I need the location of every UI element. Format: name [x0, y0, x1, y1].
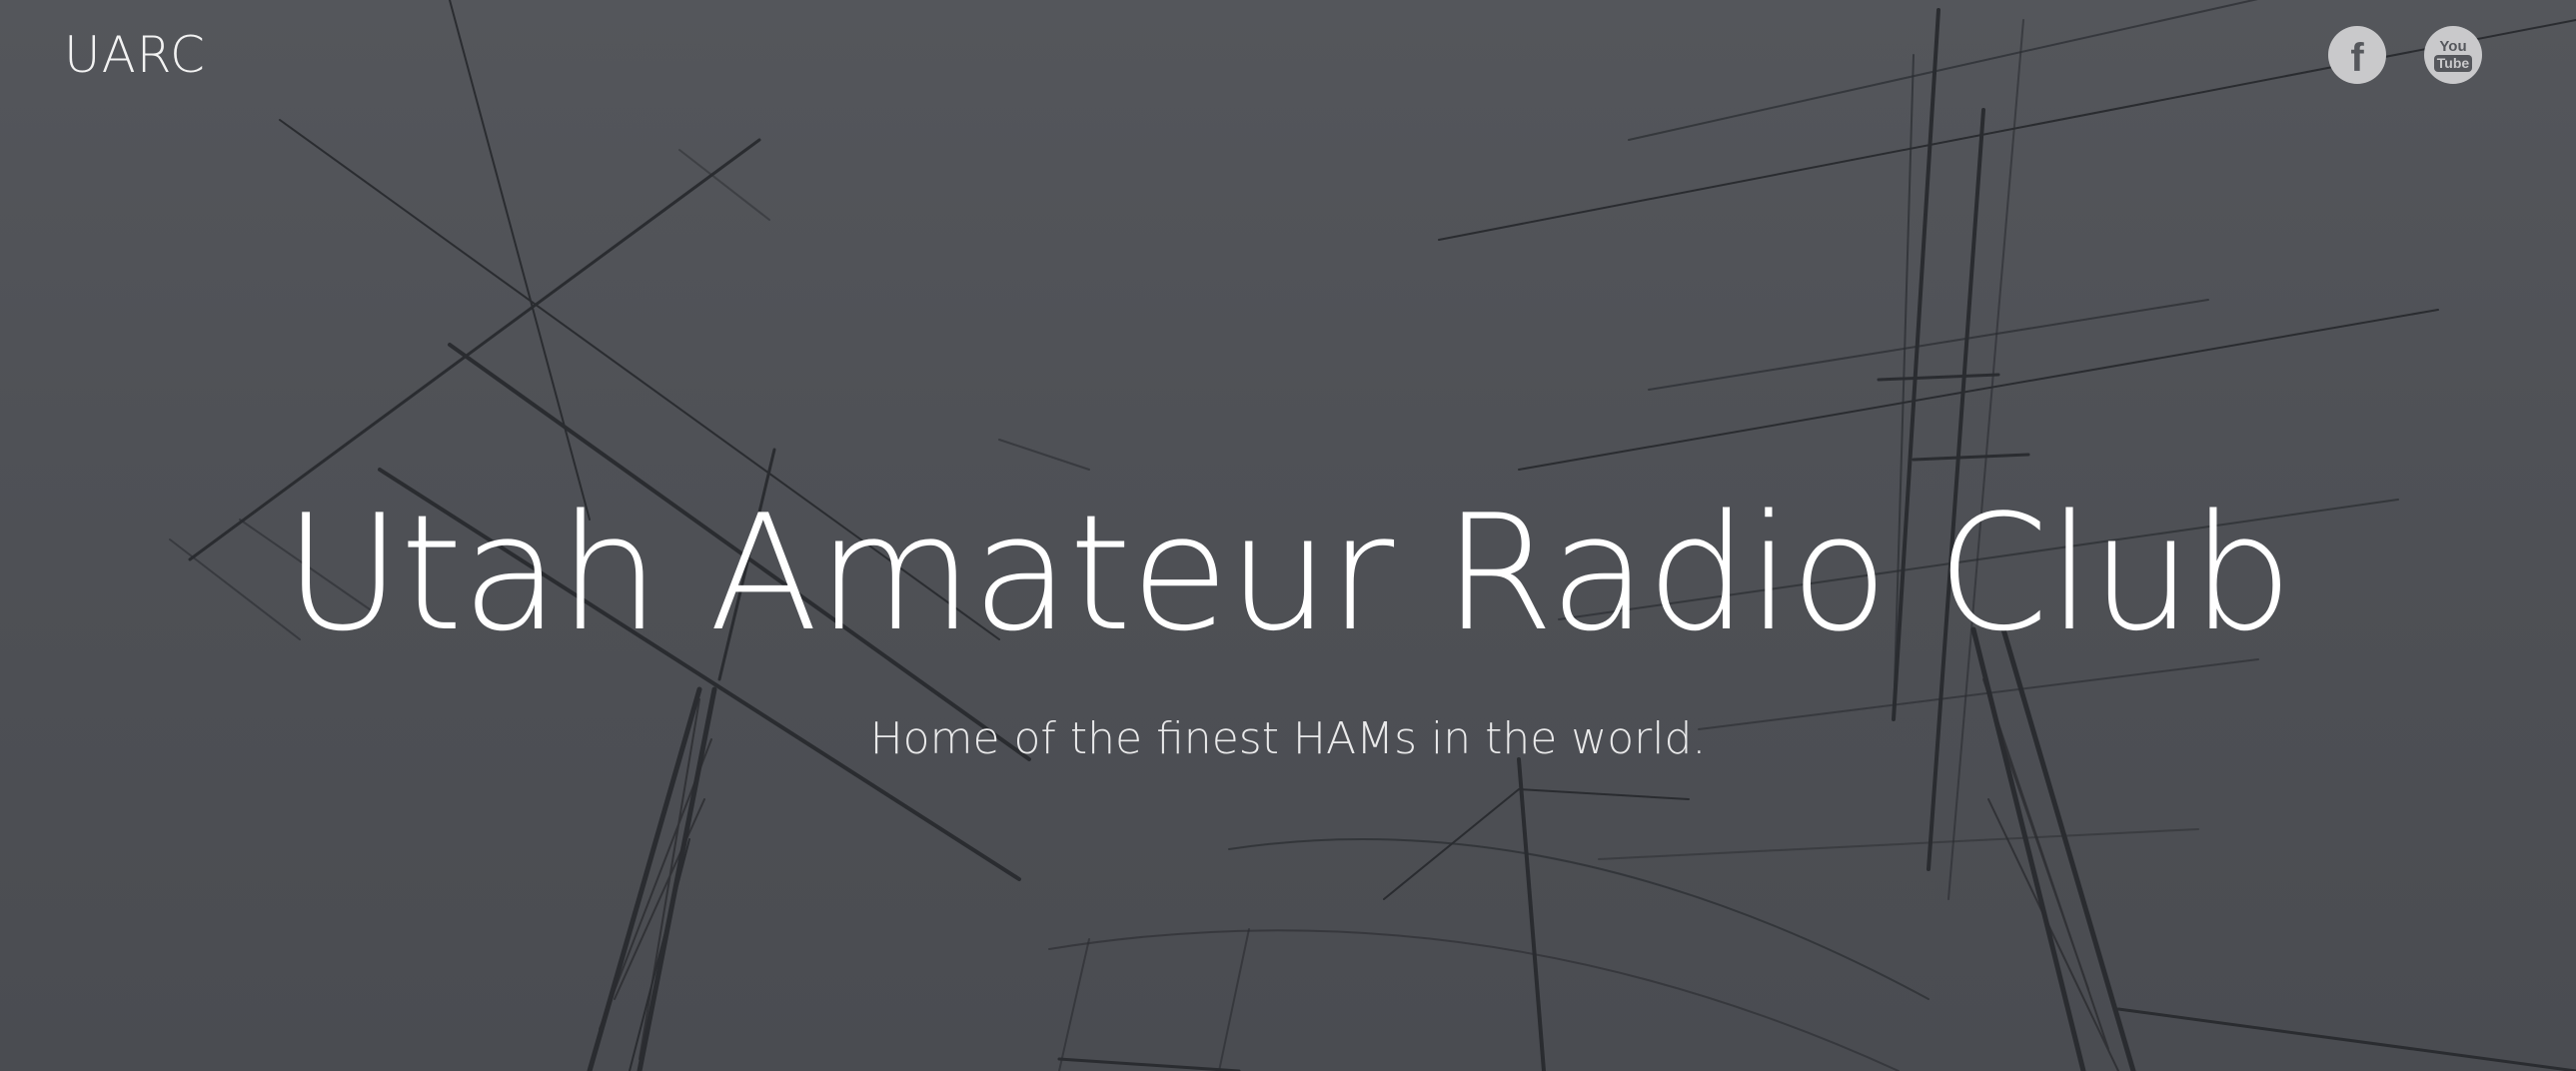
hero-section: UARC f You Tube Utah Amateur Radio Club …: [0, 0, 2576, 1071]
hero-title: Utah Amateur Radio Club: [284, 480, 2292, 666]
social-links: f You Tube: [2328, 26, 2482, 84]
youtube-glyph: You Tube: [2433, 37, 2473, 72]
site-logo-link[interactable]: UARC: [64, 26, 206, 84]
hero-subtitle: Home of the finest HAMs in the world.: [869, 713, 1707, 764]
facebook-glyph: f: [2350, 36, 2364, 80]
facebook-icon[interactable]: f: [2328, 26, 2386, 84]
youtube-glyph-tube: Tube: [2433, 54, 2473, 72]
youtube-icon[interactable]: You Tube: [2424, 26, 2482, 84]
youtube-glyph-you: You: [2439, 37, 2467, 55]
